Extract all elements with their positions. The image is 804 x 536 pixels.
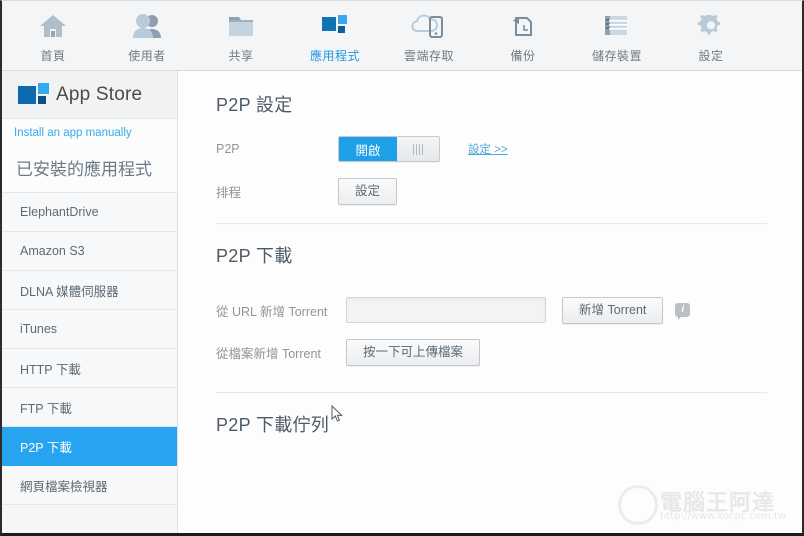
top-navigation-bar: 首頁 使用者 共享 應用程式 雲端存取 備份 儲存裝置 設定 (2, 1, 802, 71)
nav-label-backup: 備份 (510, 49, 536, 63)
p2p-enable-toggle[interactable]: 開啟 (338, 136, 440, 162)
cloud-access-icon (409, 9, 449, 43)
nav-item-users[interactable]: 使用者 (100, 1, 194, 69)
sidebar-item-label: HTTP 下載 (20, 362, 81, 377)
upload-file-button[interactable]: 按一下可上傳檔案 (346, 338, 481, 366)
p2p-download-title: P2P 下載 (216, 246, 293, 266)
folder-share-icon (221, 9, 261, 43)
storage-icon (597, 9, 637, 43)
nav-item-storage[interactable]: 儲存裝置 (570, 1, 664, 69)
add-torrent-url-label: 從 URL 新增 Torrent (216, 304, 328, 319)
installed-apps-heading: 已安裝的應用程式 (2, 147, 177, 192)
nav-label-applications: 應用程式 (309, 49, 360, 63)
sidebar-item-http-download[interactable]: HTTP 下載 (2, 349, 177, 388)
sidebar-item-ftp-download[interactable]: FTP 下載 (2, 388, 177, 427)
nav-item-settings[interactable]: 設定 (664, 1, 758, 69)
add-torrent-file-row: 從檔案新增 Torrent 按一下可上傳檔案 (216, 338, 767, 366)
schedule-label: 排程 (216, 185, 242, 200)
app-store-title: App Store (56, 83, 143, 105)
p2p-label: P2P (216, 142, 240, 156)
sidebar-item-itunes[interactable]: iTunes (2, 310, 177, 349)
nav-item-cloud-access[interactable]: 雲端存取 (382, 1, 476, 69)
nav-item-applications[interactable]: 應用程式 (288, 1, 382, 69)
divider-settings-download (216, 223, 767, 224)
sidebar-item-label: iTunes (20, 322, 58, 336)
nav-label-settings: 設定 (698, 49, 724, 63)
sidebar-item-p2p-download[interactable]: P2P 下載 (2, 427, 177, 466)
p2p-queue-title: P2P 下載佇列 (216, 415, 330, 435)
sidebar-item-web-file-viewer[interactable]: 網頁檔案檢視器 (2, 466, 177, 505)
sidebar-item-label: DLNA 媒體伺服器 (20, 284, 119, 299)
nav-label-home: 首頁 (40, 49, 66, 63)
app-store-header[interactable]: App Store (2, 71, 177, 119)
sidebar-item-label: Amazon S3 (20, 244, 85, 258)
backup-icon (503, 9, 543, 43)
add-torrent-file-label: 從檔案新增 Torrent (216, 346, 321, 361)
installed-apps-list: ElephantDrive Amazon S3 DLNA 媒體伺服器 iTune… (2, 192, 177, 505)
sidebar-item-label: 網頁檔案檢視器 (20, 479, 108, 494)
add-torrent-button[interactable]: 新增 Torrent (562, 296, 664, 324)
p2p-settings-title: P2P 設定 (216, 95, 293, 115)
info-bubble-icon[interactable]: i (675, 303, 691, 320)
schedule-settings-button[interactable]: 設定 (338, 177, 398, 205)
users-icon (127, 9, 167, 43)
app-store-squares-icon (18, 82, 49, 108)
install-app-manually-link[interactable]: Install an app manually (2, 119, 177, 147)
sidebar-item-elephantdrive[interactable]: ElephantDrive (2, 193, 177, 232)
page-body: App Store Install an app manually 已安裝的應用… (2, 71, 802, 533)
sidebar-item-label: FTP 下載 (20, 401, 72, 416)
sidebar-item-amazon-s3[interactable]: Amazon S3 (2, 232, 177, 271)
p2p-toggle-row: P2P 開啟 設定 >> (216, 135, 767, 163)
nav-label-cloud-access: 雲端存取 (403, 49, 454, 63)
toggle-handle[interactable] (397, 137, 439, 161)
main-content: P2P 設定 P2P 開啟 設定 >> 排程 設定 P2P 下載 從 URL 新… (178, 71, 802, 533)
sidebar: App Store Install an app manually 已安裝的應用… (2, 71, 178, 533)
nav-item-shares[interactable]: 共享 (194, 1, 288, 69)
sidebar-item-label: ElephantDrive (20, 205, 99, 219)
apps-icon (315, 9, 355, 43)
toggle-on-label: 開啟 (339, 137, 397, 161)
nav-label-storage: 儲存裝置 (591, 49, 642, 63)
divider-download-queue (216, 392, 767, 393)
add-torrent-url-row: 從 URL 新增 Torrent 新增 Torrent i (216, 296, 767, 324)
gear-icon (691, 9, 731, 43)
sidebar-item-label: P2P 下載 (20, 440, 72, 455)
nav-label-shares: 共享 (228, 49, 254, 63)
home-icon (33, 9, 73, 43)
sidebar-item-dlna-media-server[interactable]: DLNA 媒體伺服器 (2, 271, 177, 310)
nav-item-backup[interactable]: 備份 (476, 1, 570, 69)
schedule-row: 排程 設定 (216, 177, 767, 205)
nav-item-home[interactable]: 首頁 (6, 1, 100, 69)
app-window: 首頁 使用者 共享 應用程式 雲端存取 備份 儲存裝置 設定 App Store… (0, 0, 804, 536)
nav-label-users: 使用者 (128, 49, 166, 63)
torrent-url-input[interactable] (346, 297, 546, 323)
p2p-config-link[interactable]: 設定 >> (468, 141, 508, 157)
